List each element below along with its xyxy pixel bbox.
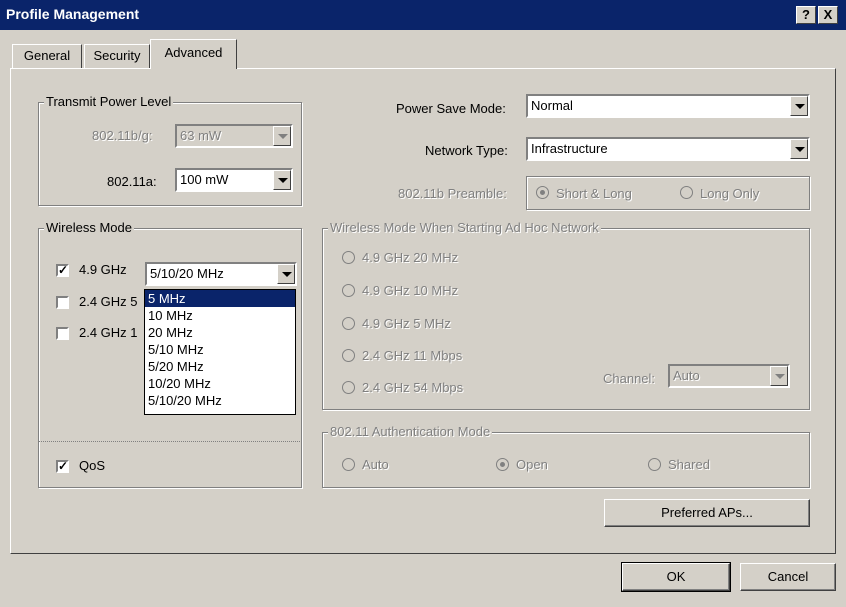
ok-button[interactable]: OK bbox=[621, 562, 731, 592]
dropdown-option[interactable]: 5/10/20 MHz bbox=[145, 392, 295, 409]
tab-advanced[interactable]: Advanced bbox=[150, 39, 237, 69]
window-title: Profile Management bbox=[6, 6, 140, 22]
wireless-mode-legend: Wireless Mode bbox=[44, 220, 134, 235]
dropdown-option[interactable]: 5/20 MHz bbox=[145, 358, 295, 375]
adhoc-option-5: 2.4 GHz 54 Mbps bbox=[362, 380, 464, 395]
auth-legend: 802.11 Authentication Mode bbox=[328, 424, 493, 439]
channel-select: Auto bbox=[668, 364, 790, 388]
power-save-label: Power Save Mode: bbox=[396, 101, 506, 116]
wm-24ghz-1-checkbox[interactable] bbox=[56, 327, 69, 340]
adhoc-radio-3 bbox=[342, 317, 355, 330]
auth-group bbox=[322, 432, 810, 488]
tab-general[interactable]: General bbox=[12, 44, 82, 68]
adhoc-radio-2 bbox=[342, 284, 355, 297]
wm-24ghz-5-checkbox[interactable] bbox=[56, 296, 69, 309]
adhoc-radio-5 bbox=[342, 381, 355, 394]
chevron-down-icon[interactable] bbox=[273, 170, 291, 190]
preamble-short-long-radio bbox=[536, 186, 549, 199]
chevron-down-icon bbox=[273, 126, 291, 146]
bg-power-label: 802.11b/g: bbox=[92, 128, 153, 143]
preferred-aps-button[interactable]: Preferred APs... bbox=[604, 499, 810, 527]
dropdown-option[interactable]: 5/10 MHz bbox=[145, 341, 295, 358]
wm-24ghz-5-label: 2.4 GHz 5 bbox=[79, 294, 138, 309]
auth-open-label: Open bbox=[516, 457, 548, 472]
chevron-down-icon[interactable] bbox=[277, 264, 295, 284]
chevron-down-icon bbox=[770, 366, 788, 386]
wm-bandwidth-select[interactable]: 5/10/20 MHz bbox=[145, 262, 297, 286]
transmit-power-legend: Transmit Power Level bbox=[44, 94, 174, 109]
help-button[interactable]: ? bbox=[796, 6, 816, 24]
title-bar: Profile Management ? X bbox=[0, 0, 846, 30]
dropdown-option[interactable]: 20 MHz bbox=[145, 324, 295, 341]
chevron-down-icon[interactable] bbox=[790, 139, 808, 159]
adhoc-radio-1 bbox=[342, 251, 355, 264]
preamble-label: 802.11b Preamble: bbox=[398, 186, 507, 201]
auth-auto-radio bbox=[342, 458, 355, 471]
auth-open-radio bbox=[496, 458, 509, 471]
bandwidth-dropdown-list: 5 MHz 10 MHz 20 MHz 5/10 MHz 5/20 MHz 10… bbox=[144, 289, 296, 415]
chevron-down-icon[interactable] bbox=[790, 96, 808, 116]
adhoc-option-3: 4.9 GHz 5 MHz bbox=[362, 316, 451, 331]
wm-49ghz-checkbox[interactable]: ✓ bbox=[56, 264, 69, 277]
preamble-short-long-label: Short & Long bbox=[556, 186, 632, 201]
adhoc-option-1: 4.9 GHz 20 MHz bbox=[362, 250, 459, 265]
channel-label: Channel: bbox=[603, 371, 656, 386]
cancel-button[interactable]: Cancel bbox=[740, 563, 836, 591]
network-type-label: Network Type: bbox=[425, 143, 508, 158]
preamble-long-only-radio bbox=[680, 186, 693, 199]
adhoc-legend: Wireless Mode When Starting Ad Hoc Netwo… bbox=[328, 220, 601, 235]
preamble-long-only-label: Long Only bbox=[700, 186, 760, 201]
dropdown-option[interactable]: 5 MHz bbox=[145, 290, 295, 307]
wm-24ghz-1-label: 2.4 GHz 1 bbox=[79, 325, 138, 340]
a-power-label: 802.11a: bbox=[107, 174, 157, 189]
dropdown-option[interactable]: 10 MHz bbox=[145, 307, 295, 324]
auth-shared-radio bbox=[648, 458, 661, 471]
qos-separator bbox=[38, 441, 302, 442]
auth-auto-label: Auto bbox=[362, 457, 389, 472]
adhoc-option-4: 2.4 GHz 11 Mbps bbox=[362, 348, 463, 363]
qos-label: QoS bbox=[79, 458, 106, 473]
bg-power-select: 63 mW bbox=[175, 124, 293, 148]
a-power-select[interactable]: 100 mW bbox=[175, 168, 293, 192]
wm-49ghz-label: 4.9 GHz bbox=[79, 262, 127, 277]
adhoc-radio-4 bbox=[342, 349, 355, 362]
adhoc-option-2: 4.9 GHz 10 MHz bbox=[362, 283, 459, 298]
dropdown-option[interactable]: 10/20 MHz bbox=[145, 375, 295, 392]
tab-security[interactable]: Security bbox=[84, 44, 150, 68]
qos-checkbox[interactable]: ✓ bbox=[56, 460, 69, 473]
power-save-select[interactable]: Normal bbox=[526, 94, 810, 118]
close-button[interactable]: X bbox=[818, 6, 838, 24]
network-type-select[interactable]: Infrastructure bbox=[526, 137, 810, 161]
auth-shared-label: Shared bbox=[668, 457, 710, 472]
